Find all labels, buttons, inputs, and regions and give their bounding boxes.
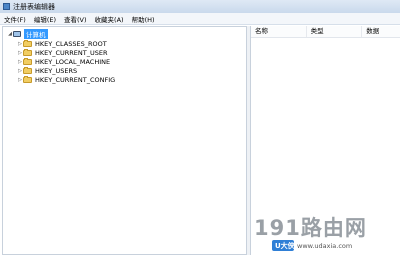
column-header-type[interactable]: 类型 <box>307 26 363 37</box>
registry-editor-icon <box>3 3 10 10</box>
watermark-url: www.udaxia.com <box>297 242 353 250</box>
menu-edit[interactable]: 编辑(E) <box>30 14 60 24</box>
folder-icon <box>23 48 32 56</box>
watermark: 191路由网 U大侠 www.udaxia.com <box>250 212 400 255</box>
menu-file[interactable]: 文件(F) <box>0 14 30 24</box>
folder-icon <box>23 75 32 83</box>
tree-item-label: HKEY_USERS <box>35 66 78 75</box>
tree-item-label: 计算机 <box>24 28 48 39</box>
menu-favorites[interactable]: 收藏夹(A) <box>91 14 128 24</box>
watermark-badge-text: U大侠 <box>275 242 295 250</box>
watermark-logo-text: 191路由网 <box>254 216 367 240</box>
watermark-badge: U大侠 <box>272 240 295 251</box>
column-header-data[interactable]: 数据 <box>362 26 400 37</box>
tree-item-hkcr[interactable]: ▷ HKEY_CLASSES_ROOT <box>17 39 107 48</box>
folder-icon <box>23 39 32 47</box>
folder-icon <box>23 57 32 65</box>
menu-bar: 文件(F) 编辑(E) 查看(V) 收藏夹(A) 帮助(H) <box>0 13 400 25</box>
tree-item-hklm[interactable]: ▷ HKEY_LOCAL_MACHINE <box>17 57 110 66</box>
menu-view[interactable]: 查看(V) <box>60 14 91 24</box>
computer-icon <box>13 30 21 37</box>
window-title: 注册表编辑器 <box>13 2 55 11</box>
tree-item-hku[interactable]: ▷ HKEY_USERS <box>17 66 77 75</box>
tree-item-label: HKEY_CLASSES_ROOT <box>35 39 107 48</box>
menu-help[interactable]: 帮助(H) <box>128 14 159 24</box>
folder-icon <box>23 66 32 74</box>
title-bar: 注册表编辑器 <box>0 0 400 13</box>
column-header-name[interactable]: 名称 <box>251 26 307 37</box>
tree-item-computer[interactable]: ◢ 计算机 <box>7 28 48 39</box>
tree-item-label: HKEY_CURRENT_CONFIG <box>35 75 116 84</box>
list-header: 名称 类型 数据 <box>251 26 400 38</box>
tree-item-hkcc[interactable]: ▷ HKEY_CURRENT_CONFIG <box>17 75 115 84</box>
tree-item-label: HKEY_LOCAL_MACHINE <box>35 57 111 66</box>
tree-item-label: HKEY_CURRENT_USER <box>35 48 108 57</box>
tree-item-hkcu[interactable]: ▷ HKEY_CURRENT_USER <box>17 48 108 57</box>
registry-tree[interactable]: ◢ 计算机 ▷ HKEY_CLASSES_ROOT ▷ HKEY_CURRENT… <box>2 26 247 255</box>
